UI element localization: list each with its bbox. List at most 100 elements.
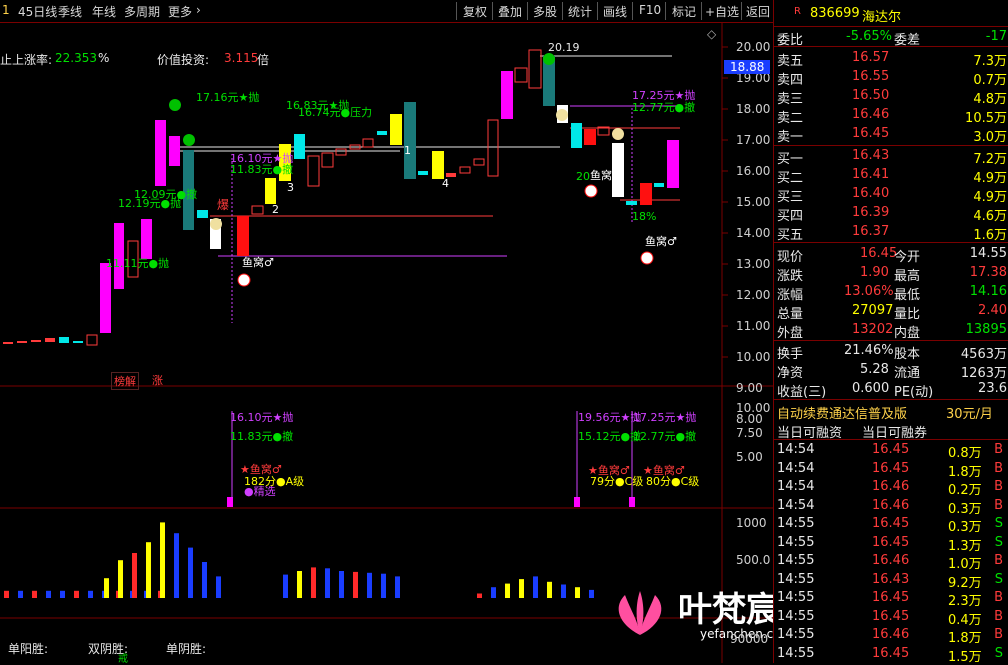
bid-price: 16.40 (852, 186, 890, 201)
axis-label: 15.00 (736, 195, 771, 209)
axis-label: 14.00 (736, 226, 771, 240)
tick-price: 16.46 (872, 553, 910, 568)
tick-row: 14:55 16.46 1.0万 B (774, 551, 1008, 572)
value-invest-value: 3.115 (224, 51, 259, 65)
volume-bar (561, 584, 566, 598)
settings-icon[interactable]: ◇ (707, 27, 716, 41)
tick-row: 14:54 16.45 0.8万 B (774, 440, 1008, 461)
volume-bar (367, 572, 372, 598)
quote-panel: R 836699 海达尔 委比 -5.65% 委差 -17 卖五 16.57 7.3… (773, 0, 1008, 665)
volume-bar (4, 590, 9, 598)
money-bag-icon (210, 218, 222, 230)
volume-bar (60, 590, 65, 598)
period-year[interactable]: 年线 (92, 3, 116, 20)
tick-time: 14:54 (777, 460, 815, 476)
volume-bar (74, 590, 79, 598)
r-mark: R (794, 6, 801, 17)
draw-line-button[interactable]: 画线 (603, 3, 627, 20)
axis-label: 10.00 (736, 350, 771, 364)
current-price-tag: 18.88 (724, 60, 771, 74)
tick-side: B (994, 627, 1003, 642)
plus-circle-icon (584, 184, 598, 198)
axis-label: 500.0 (736, 553, 771, 567)
stat-value: 13.06% (844, 284, 894, 299)
tick-time: 14:55 (777, 590, 815, 605)
axis-label: 11.00 (736, 319, 771, 333)
stat-value: 1.90 (860, 265, 889, 280)
tag-zhang[interactable]: 涨 (152, 372, 163, 388)
tick-side: S (994, 516, 1003, 531)
tick-price: 16.45 (872, 590, 910, 605)
tick-time: 14:55 (777, 608, 815, 624)
volume-bar (353, 571, 358, 598)
ask-price: 16.45 (852, 126, 890, 141)
volume-bar (132, 553, 137, 598)
tick-row: 14:55 16.45 0.3万 S (774, 514, 1008, 535)
period-45day[interactable]: 45日线 (18, 3, 57, 20)
annotation-label: 12.77元●撤 (632, 100, 695, 114)
ask-price: 16.50 (852, 88, 890, 103)
tick-price: 16.46 (872, 479, 910, 494)
period-quarter[interactable]: 季线 (58, 3, 82, 20)
rise-rate-value: 22.353 (55, 51, 97, 65)
chevron-right-icon[interactable]: › (196, 3, 201, 17)
f10-button[interactable]: F10 (639, 3, 661, 17)
tick-side: B (994, 608, 1003, 624)
tick-side: B (994, 497, 1003, 513)
tick-row: 14:54 16.46 0.2万 B (774, 477, 1008, 498)
restore-rights-button[interactable]: 复权 (463, 3, 487, 20)
annotation-label: 16.74元●压力 (298, 106, 372, 119)
annotation-label: 鱼窝♂ (242, 255, 274, 269)
kline-chart-area[interactable]: 17.16元★抛 12.09元●撤 12.19元●抛 11.11元●抛 16.1… (0, 23, 773, 663)
back-button[interactable]: 返回 (746, 3, 770, 20)
volume-bars (4, 522, 594, 598)
weicha-value: -17 (985, 29, 1007, 44)
period-more[interactable]: 更多 (168, 3, 192, 20)
overlay-button[interactable]: 叠加 (498, 3, 522, 20)
stat-label: PE(动) (894, 385, 934, 400)
stat-value: 27097 (852, 303, 894, 318)
volume-bar (118, 560, 123, 598)
tick-price: 16.45 (872, 516, 910, 531)
volume-bar (505, 583, 510, 598)
stat-label: 内盘 (894, 326, 921, 341)
zhuang-icon (183, 134, 195, 146)
statistics-button[interactable]: 统计 (568, 3, 592, 20)
multi-stock-button[interactable]: 多股 (533, 3, 557, 20)
tag-jiebang[interactable]: 榜解 (111, 372, 139, 390)
volume-bar (381, 573, 386, 598)
tick-row: 14:55 16.46 1.8万 B (774, 625, 1008, 646)
annotation-label: 11.11元●抛 (106, 256, 169, 270)
axis-label: 18.00 (736, 102, 771, 116)
volume-bar (88, 590, 93, 598)
stat-value: 21.46% (844, 343, 894, 358)
volume-bar (339, 571, 344, 598)
mark-button[interactable]: 标记 (672, 3, 696, 20)
stat-label: 收益(三) (777, 385, 827, 400)
tick-time: 14:55 (777, 645, 815, 661)
value-invest-unit: 倍 (257, 53, 270, 67)
period-1[interactable]: 1 (2, 3, 10, 17)
tick-time: 14:55 (777, 534, 815, 550)
tick-volume: 1.5万 (948, 649, 982, 665)
rise-rate-label: 止上涨率: (0, 53, 53, 67)
volume-bar (575, 587, 580, 598)
period-multi[interactable]: 多周期 (124, 3, 160, 20)
annotation-label: 3 (287, 181, 294, 194)
promo-link[interactable]: 自动续费通达信普及版 30元/月 (774, 401, 1008, 422)
add-favorite-button[interactable]: +自选 (705, 3, 739, 20)
tick-price: 16.45 (872, 442, 910, 457)
tick-side: S (994, 571, 1003, 587)
axis-label: 20.00 (736, 40, 771, 54)
tick-time: 14:55 (777, 516, 815, 531)
annotation-label: 鱼窝 (590, 168, 612, 182)
volume-bar (283, 574, 288, 598)
bid-price: 16.37 (852, 224, 890, 239)
volume-bar (46, 590, 51, 598)
candles (3, 49, 679, 346)
bid-volume: 1.6万 (973, 228, 1007, 243)
axis-label: 17.00 (736, 133, 771, 147)
stat-value: 13895 (965, 322, 1007, 337)
tick-price: 16.46 (872, 627, 910, 642)
signal-annotation: 11.83元●撤 (230, 429, 293, 443)
